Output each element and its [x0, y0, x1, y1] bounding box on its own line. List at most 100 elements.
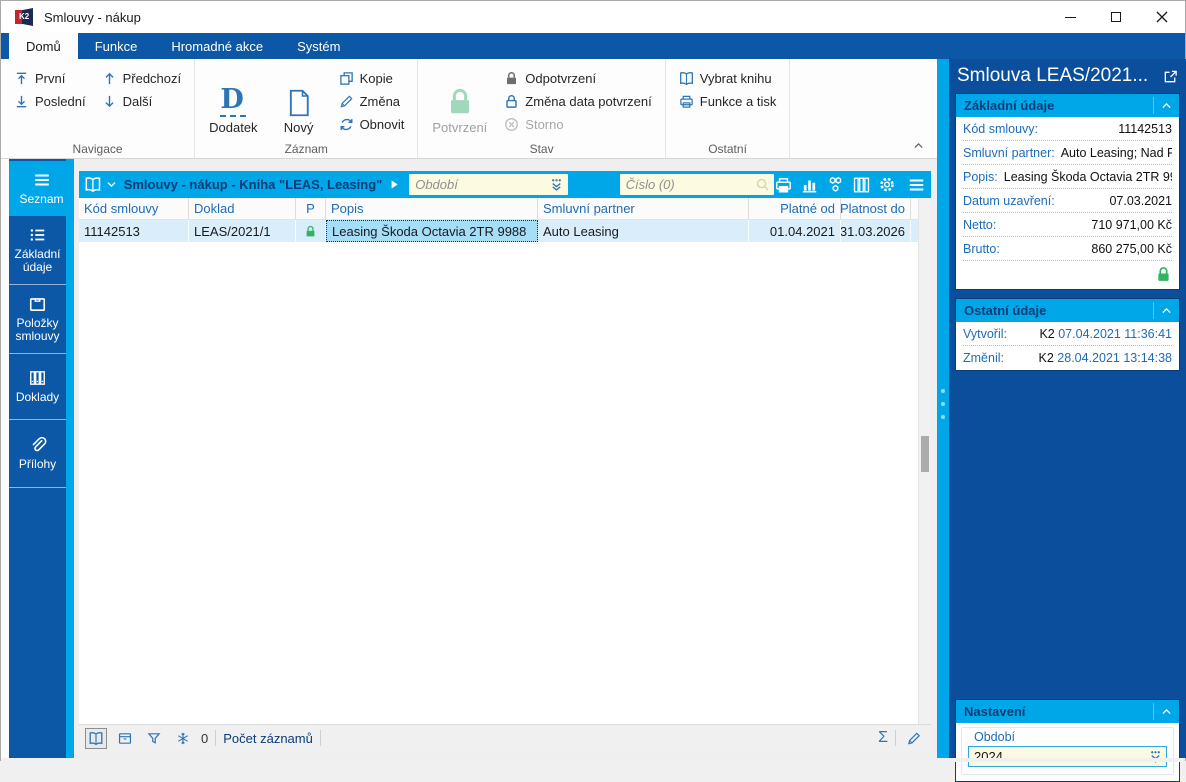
collapse-section-button[interactable] — [1153, 703, 1179, 720]
cell-confirmed[interactable] — [296, 220, 326, 242]
period-dropdown-icon[interactable] — [549, 177, 564, 192]
tab-hromadne-akce[interactable]: Hromadné akce — [154, 33, 280, 59]
filter-button[interactable] — [143, 728, 165, 749]
kopie-button[interactable]: Kopie — [336, 68, 408, 88]
ribbon-group-zaznam: D Dodatek Nový Kopie Změna Obnovit Zázna… — [195, 59, 418, 158]
collapse-section-button[interactable] — [1153, 97, 1179, 114]
frozen-count: 0 — [201, 731, 208, 746]
nastaveni-header: Nastavení — [956, 704, 1153, 719]
column-header-p[interactable]: P — [296, 198, 326, 219]
group-label-zaznam: Záznam — [195, 142, 417, 156]
chart-icon[interactable] — [800, 176, 819, 194]
novy-button[interactable]: Nový — [272, 65, 326, 137]
cell-kod-smlouvy[interactable]: 11142513 — [79, 220, 189, 242]
sum-button[interactable]: Σ — [878, 729, 888, 747]
book-view-toggle[interactable] — [85, 728, 107, 749]
ribbon-collapse-chevron-icon[interactable] — [912, 139, 925, 152]
print-icon[interactable] — [774, 176, 793, 194]
dodatek-icon: D — [220, 87, 246, 117]
cell-popis-selected[interactable]: Leasing Škoda Octavia 2TR 9988 — [326, 220, 538, 242]
ostatni-udaje-card: Ostatní údaje Vytvořil:K2 07.04.2021 11:… — [955, 298, 1180, 371]
modified-user: K2 — [1039, 351, 1054, 365]
edit-button[interactable] — [903, 728, 925, 749]
last-icon — [14, 94, 29, 109]
sidebar-item-zakladni-udaje[interactable]: Základní údaje — [9, 216, 66, 285]
table-row[interactable]: 11142513 LEAS/2021/1 Leasing Škoda Octav… — [79, 220, 931, 242]
close-icon — [1156, 11, 1168, 23]
table-header-row: Kód smlouvy Doklad P Popis Smluvní partn… — [79, 198, 931, 220]
previous-icon — [102, 71, 117, 86]
copy-icon — [339, 71, 354, 86]
sidebar-item-prilohy[interactable]: Přílohy — [9, 420, 66, 488]
cell-smluvni-partner[interactable]: Auto Leasing — [538, 220, 749, 242]
tab-domu[interactable]: Domů — [9, 33, 78, 59]
first-icon — [14, 71, 29, 86]
sidebar-item-doklady[interactable]: Doklady — [9, 354, 66, 420]
previous-button[interactable]: Předchozí — [99, 68, 185, 88]
open-in-window-icon[interactable] — [1163, 69, 1178, 84]
gear-icon[interactable] — [878, 176, 896, 193]
hamburger-menu-icon[interactable] — [907, 176, 926, 194]
columns-icon[interactable] — [852, 176, 871, 194]
close-button[interactable] — [1139, 1, 1185, 33]
column-header-doklad[interactable]: Doklad — [189, 198, 296, 219]
scrollbar-thumb[interactable] — [921, 436, 929, 472]
potvrzeni-button[interactable]: Potvrzení — [428, 65, 491, 137]
storno-button[interactable]: Storno — [501, 114, 654, 134]
window-bottom-edge — [1, 758, 1185, 762]
workflow-icon[interactable] — [826, 176, 845, 194]
column-header-smluvni-partner[interactable]: Smluvní partner — [538, 198, 749, 219]
refresh-icon — [339, 117, 354, 132]
cislo-input[interactable] — [620, 174, 774, 195]
funkce-a-tisk-button[interactable]: Funkce a tisk — [676, 91, 780, 111]
binders-icon — [28, 369, 47, 387]
last-button[interactable]: Poslední — [11, 91, 89, 111]
tab-funkce[interactable]: Funkce — [78, 33, 155, 59]
next-button[interactable]: Další — [99, 91, 185, 111]
cell-platne-od[interactable]: 01.04.2021 — [749, 220, 841, 242]
minimize-button[interactable] — [1047, 1, 1093, 33]
confirmed-lock-icon — [304, 225, 317, 238]
tab-system[interactable]: Systém — [280, 33, 357, 59]
list-icon — [28, 226, 47, 244]
book-icon[interactable] — [84, 176, 102, 193]
column-header-platnost-do[interactable]: Platnost do — [841, 198, 911, 219]
sidebar-item-seznam[interactable]: Seznam — [9, 161, 74, 216]
cell-platnost-do[interactable]: 31.03.2026 — [841, 220, 911, 242]
obdobi-input[interactable] — [409, 174, 567, 195]
freeze-button[interactable] — [172, 728, 194, 749]
record-count-label: Počet záznamů — [223, 731, 313, 746]
panel-splitter[interactable] — [937, 59, 949, 758]
cell-doklad[interactable]: LEAS/2021/1 — [189, 220, 296, 242]
dodatek-button[interactable]: D Dodatek — [205, 65, 261, 137]
column-header-kod-smlouvy[interactable]: Kód smlouvy — [79, 198, 189, 219]
collapse-section-button[interactable] — [1153, 302, 1179, 319]
detail-panel: Smlouva LEAS/2021... Základní údaje Kód … — [949, 59, 1186, 758]
obdobi-group: Období — [961, 727, 1174, 775]
storno-icon — [504, 117, 519, 132]
vybrat-knihu-button[interactable]: Vybrat knihu — [676, 68, 780, 88]
vertical-scrollbar[interactable] — [918, 198, 931, 724]
grid-toolbar: Smlouvy - nákup - Kniha "LEAS, Leasing" — [79, 171, 931, 198]
search-icon[interactable] — [755, 177, 770, 192]
column-header-popis[interactable]: Popis — [326, 198, 538, 219]
container-toggle[interactable] — [114, 728, 136, 749]
sidebar-item-polozky-smlouvy[interactable]: Položky smlouvy — [9, 285, 66, 354]
odpotvrzeni-button[interactable]: Odpotvrzení — [501, 68, 654, 88]
grid-area: Smlouvy - nákup - Kniha "LEAS, Leasing" … — [74, 159, 937, 758]
column-header-platne-od[interactable]: Platné od — [749, 198, 841, 219]
zakladni-udaje-header: Základní údaje — [956, 98, 1153, 113]
chevron-down-icon[interactable] — [105, 178, 118, 191]
field-row: Popis:Leasing Škoda Octavia 2TR 9988 — [963, 165, 1172, 189]
maximize-button[interactable] — [1093, 1, 1139, 33]
filter-icon — [146, 731, 162, 746]
obnovit-button[interactable]: Obnovit — [336, 114, 408, 134]
cislo-filter — [620, 174, 774, 195]
obdobi-period-input[interactable] — [968, 746, 1167, 767]
zmena-button[interactable]: Změna — [336, 91, 408, 111]
zmena-data-potvrzeni-button[interactable]: Změna data potvrzení — [501, 91, 654, 111]
play-icon[interactable] — [388, 178, 401, 191]
confirmed-status — [956, 261, 1179, 289]
first-button[interactable]: První — [11, 68, 89, 88]
group-label-ostatni: Ostatní — [666, 142, 790, 156]
